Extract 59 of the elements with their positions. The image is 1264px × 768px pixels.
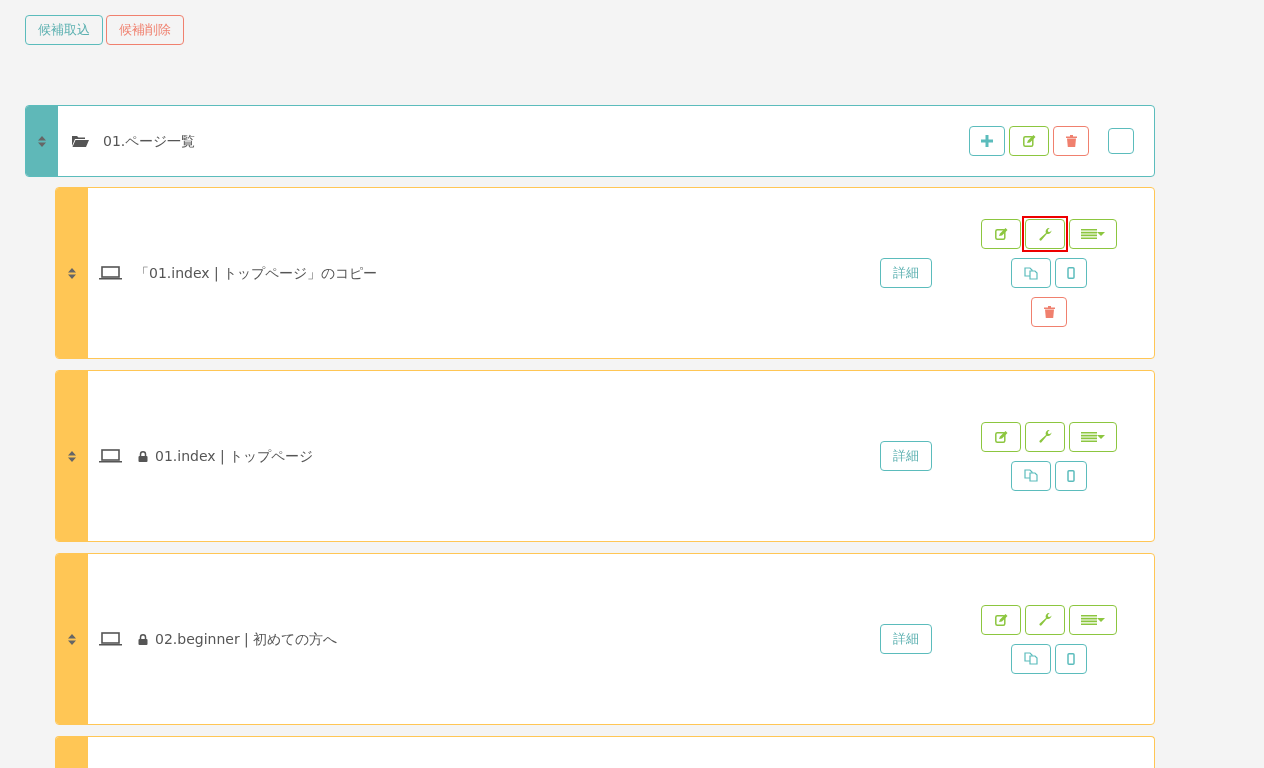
delete-button[interactable] xyxy=(1053,126,1089,156)
copy-icon xyxy=(1024,652,1038,665)
detail-button[interactable]: 詳細 xyxy=(880,258,932,288)
delete-candidates-button[interactable]: 候補削除 xyxy=(106,15,184,45)
pencil-square-icon xyxy=(994,228,1008,240)
list-menu-button[interactable] xyxy=(1069,219,1117,249)
mobile-phone-icon xyxy=(1067,267,1075,279)
mobile-phone-icon xyxy=(1067,469,1075,482)
sort-arrows-icon xyxy=(68,450,76,462)
page-title: 01.index | トップページ xyxy=(155,446,314,467)
page-title: 02.beginner | 初めての方へ xyxy=(155,629,338,650)
sort-arrows-icon xyxy=(68,633,76,645)
drag-handle[interactable] xyxy=(26,106,58,176)
mobile-button[interactable] xyxy=(1055,258,1087,288)
sort-arrows-icon xyxy=(68,267,76,279)
sort-arrows-icon xyxy=(38,135,46,147)
detail-button[interactable]: 詳細 xyxy=(880,624,932,654)
edit-button[interactable] xyxy=(1009,126,1049,156)
trash-icon xyxy=(1043,306,1055,318)
list-dropdown-icon xyxy=(1081,229,1105,239)
pencil-square-icon xyxy=(1022,135,1036,147)
edit-button[interactable] xyxy=(981,421,1021,452)
settings-button[interactable] xyxy=(1025,421,1065,452)
edit-button[interactable] xyxy=(981,219,1021,249)
edit-button[interactable] xyxy=(981,604,1021,635)
trash-icon xyxy=(1065,135,1077,147)
laptop-icon xyxy=(99,266,122,280)
laptop-icon xyxy=(99,632,122,646)
drag-handle[interactable] xyxy=(56,371,88,541)
list-dropdown-icon xyxy=(1081,614,1105,625)
list-dropdown-icon xyxy=(1081,431,1105,442)
mobile-button[interactable] xyxy=(1055,460,1087,491)
copy-button[interactable] xyxy=(1011,460,1051,491)
pencil-square-icon xyxy=(994,613,1008,626)
copy-button[interactable] xyxy=(1011,643,1051,674)
blank-button[interactable] xyxy=(1108,128,1134,154)
mobile-phone-icon xyxy=(1067,652,1075,665)
wrench-icon xyxy=(1038,430,1052,443)
detail-button[interactable]: 詳細 xyxy=(880,441,932,471)
laptop-icon xyxy=(99,449,122,463)
folder-title: 01.ページ一覧 xyxy=(103,131,196,151)
page-title: 「01.index | トップページ」のコピー xyxy=(135,263,378,284)
list-menu-button[interactable] xyxy=(1069,604,1117,635)
delete-button[interactable] xyxy=(1031,297,1067,327)
add-button[interactable] xyxy=(969,126,1005,156)
folder-open-icon xyxy=(72,135,89,147)
pencil-square-icon xyxy=(994,430,1008,443)
copy-icon xyxy=(1024,469,1038,482)
import-candidates-button[interactable]: 候補取込 xyxy=(25,15,103,45)
copy-icon xyxy=(1024,266,1038,280)
mobile-button[interactable] xyxy=(1055,643,1087,674)
drag-handle[interactable] xyxy=(56,188,88,358)
wrench-icon xyxy=(1038,613,1052,626)
drag-handle[interactable] xyxy=(56,554,88,724)
list-menu-button[interactable] xyxy=(1069,421,1117,452)
copy-button[interactable] xyxy=(1011,258,1051,288)
settings-button[interactable] xyxy=(1025,604,1065,635)
wrench-icon xyxy=(1038,227,1052,241)
plus-icon xyxy=(981,135,993,147)
